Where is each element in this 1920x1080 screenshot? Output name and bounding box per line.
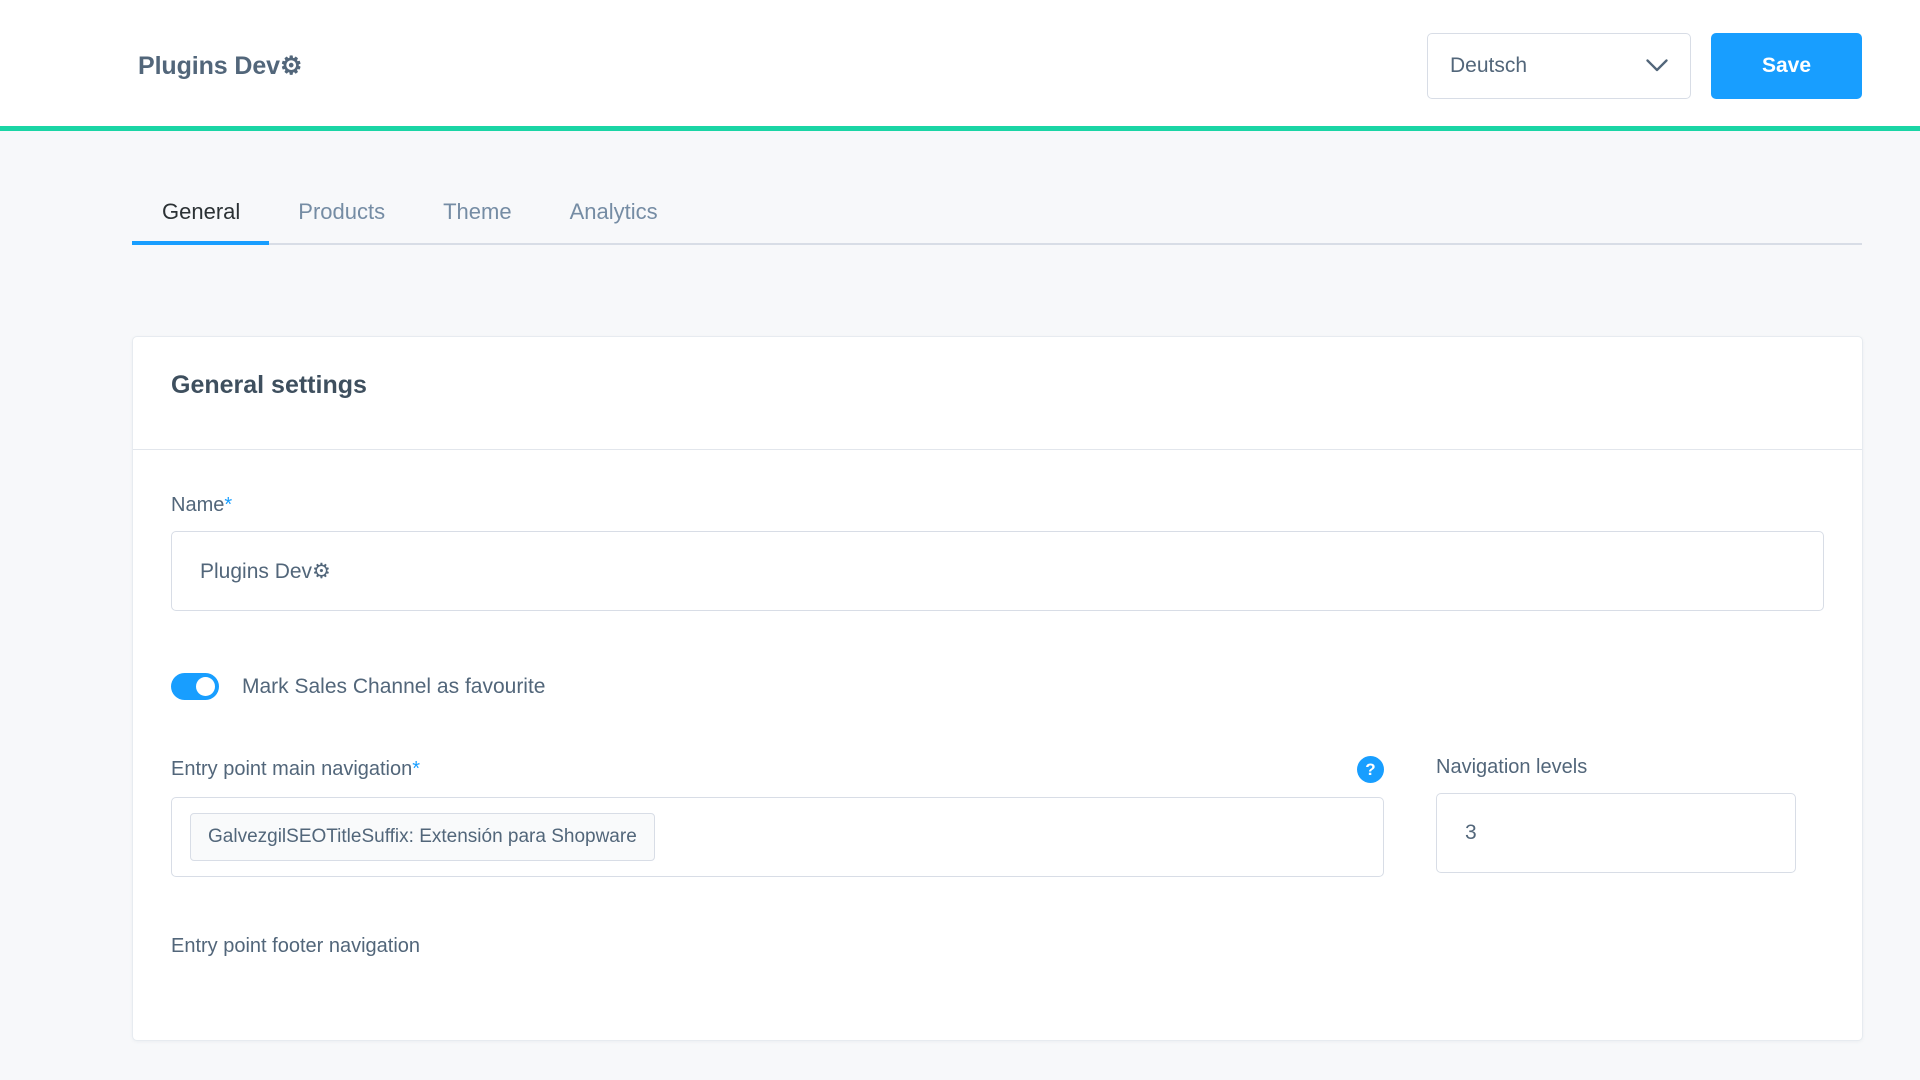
tab-analytics[interactable]: Analytics: [541, 199, 687, 243]
name-input[interactable]: [171, 531, 1824, 611]
tab-bar: General Products Theme Analytics: [132, 131, 1862, 245]
tab-general[interactable]: General: [132, 199, 270, 245]
required-marker: *: [224, 494, 233, 516]
entry-point-main-label-row: Entry point main navigation* ?: [171, 756, 1384, 783]
question-mark-icon[interactable]: ?: [1357, 756, 1384, 783]
entry-point-main-select[interactable]: GalvezgilSEOTitleSuffix: Extensión para …: [171, 797, 1384, 877]
general-settings-card: General settings Name* Mark Sales Channe…: [132, 336, 1863, 1041]
name-field-label-text: Name: [171, 494, 225, 516]
card-title: General settings: [171, 371, 367, 399]
smart-bar-accent-line: [0, 126, 1920, 131]
entry-point-main-label-text: Entry point main navigation: [171, 758, 413, 780]
entry-point-footer-label: Entry point footer navigation: [171, 935, 421, 957]
navigation-levels-label: Navigation levels: [1436, 756, 1588, 778]
smart-bar-actions: Deutsch Save: [1427, 32, 1862, 99]
language-select[interactable]: Deutsch: [1427, 32, 1691, 99]
navigation-levels-column: Navigation levels: [1436, 756, 1796, 877]
favourite-toggle-switch[interactable]: [171, 673, 219, 700]
language-select-value: Deutsch: [1450, 53, 1528, 77]
tab-products[interactable]: Products: [269, 199, 414, 243]
name-field-block: Name*: [171, 494, 1824, 611]
selected-entry-point-chip[interactable]: GalvezgilSEOTitleSuffix: Extensión para …: [190, 813, 655, 861]
page-content: General Products Theme Analytics General…: [0, 131, 1920, 1041]
card-header: General settings: [133, 337, 1862, 449]
favourite-toggle-label: Mark Sales Channel as favourite: [242, 674, 546, 698]
entry-point-main-label: Entry point main navigation*: [171, 758, 420, 781]
tab-list: General Products Theme Analytics: [132, 199, 1862, 245]
entry-point-main-column: Entry point main navigation* ? Galvezgil…: [171, 756, 1384, 877]
navigation-levels-input[interactable]: [1436, 793, 1796, 873]
smart-bar: Plugins Dev⚙ Deutsch Save: [0, 0, 1920, 131]
toggle-knob: [196, 677, 215, 696]
chevron-down-icon: [1646, 59, 1668, 72]
name-field-label: Name*: [171, 494, 1824, 517]
card-body: Name* Mark Sales Channel as favourite En…: [133, 450, 1862, 958]
required-marker: *: [412, 758, 421, 780]
tab-theme[interactable]: Theme: [414, 199, 540, 243]
page-title: Plugins Dev⚙: [138, 51, 303, 80]
save-button[interactable]: Save: [1711, 32, 1862, 99]
entry-point-row: Entry point main navigation* ? Galvezgil…: [171, 756, 1824, 877]
favourite-toggle-row: Mark Sales Channel as favourite: [171, 673, 1824, 700]
